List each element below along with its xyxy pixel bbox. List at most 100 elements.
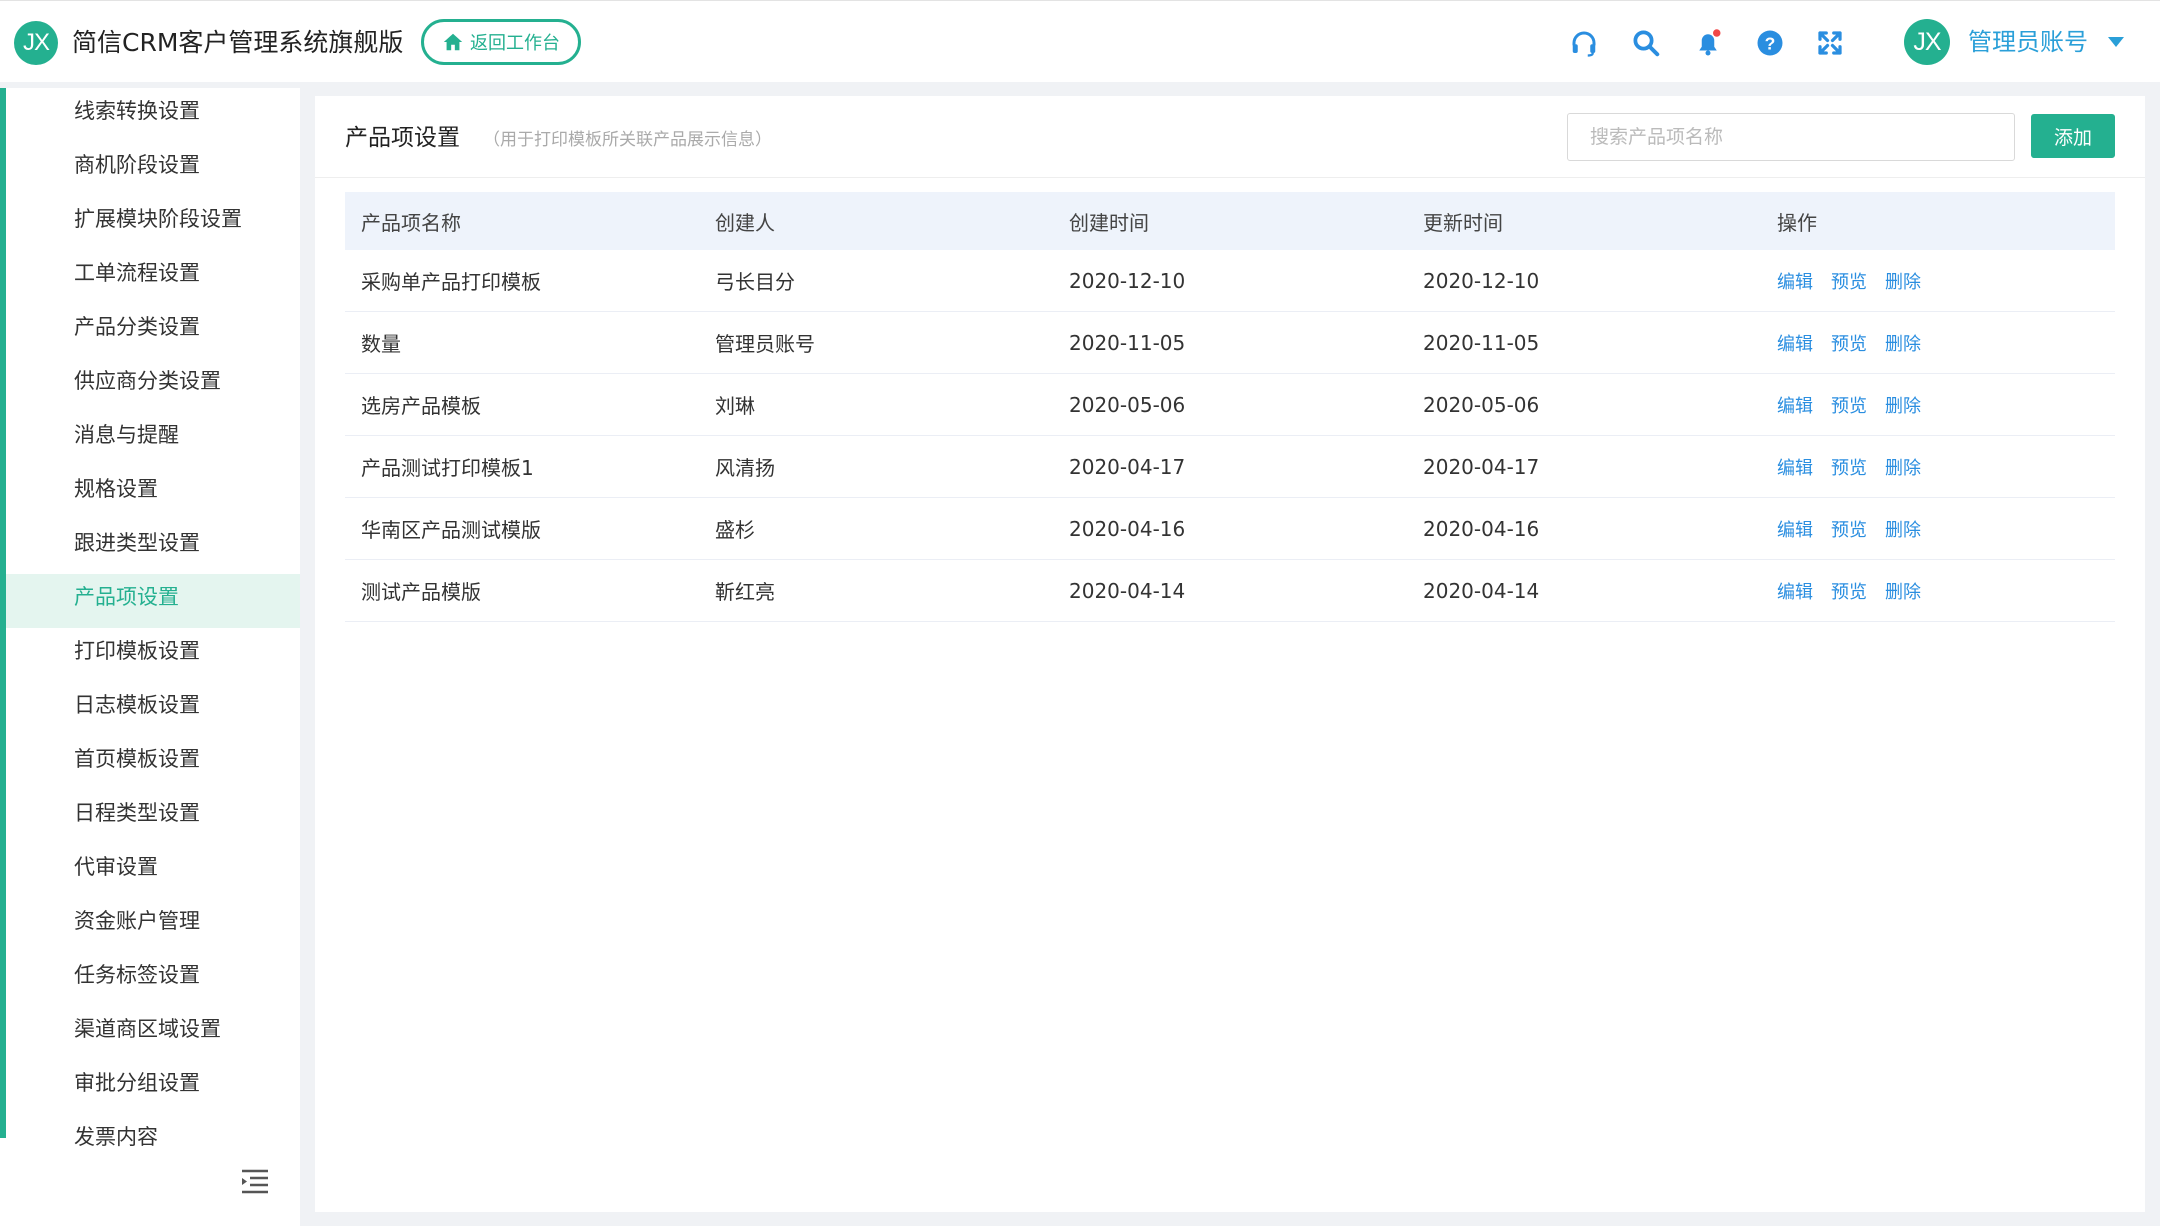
preview-link[interactable]: 预览 — [1831, 582, 1867, 603]
sidebar-item-product-items[interactable]: 产品项设置 — [6, 574, 300, 628]
sidebar-item-proxy-review[interactable]: 代审设置 — [6, 844, 300, 898]
sidebar-item-lead-conversion[interactable]: 线索转换设置 — [6, 88, 300, 142]
sidebar-item-channel-region[interactable]: 渠道商区域设置 — [6, 1006, 300, 1060]
back-button-label: 返回工作台 — [470, 33, 560, 54]
delete-link[interactable]: 删除 — [1885, 520, 1921, 541]
page-title: 产品项设置 — [345, 125, 460, 151]
column-header-created: 创建时间 — [1069, 210, 1149, 235]
sidebar-item-product-category[interactable]: 产品分类设置 — [6, 304, 300, 358]
home-icon — [443, 33, 463, 51]
cell-name: 选房产品模板 — [361, 394, 481, 418]
product-items-table: 产品项名称 创建人 创建时间 更新时间 操作 采购单产品打印模板 弓长目分 20… — [345, 192, 2115, 622]
delete-link[interactable]: 删除 — [1885, 272, 1921, 293]
column-header-actions: 操作 — [1777, 210, 1817, 235]
cell-actions: 编辑 预览 删除 — [1761, 516, 2115, 542]
cell-name: 测试产品模版 — [361, 580, 481, 604]
column-header-creator: 创建人 — [715, 210, 775, 235]
app-title: 简信CRM客户管理系统旗舰版 — [72, 28, 404, 57]
table-row: 数量 管理员账号 2020-11-05 2020-11-05 编辑 预览 删除 — [345, 312, 2115, 374]
cell-updated: 2020-05-06 — [1423, 392, 1540, 417]
cell-creator: 弓长目分 — [715, 270, 795, 294]
fullscreen-icon[interactable] — [1814, 27, 1846, 59]
delete-link[interactable]: 删除 — [1885, 582, 1921, 603]
search-input[interactable] — [1567, 113, 2015, 161]
preview-link[interactable]: 预览 — [1831, 458, 1867, 479]
sidebar-item-invoice[interactable]: 发票内容 — [6, 1114, 300, 1168]
table-row: 选房产品模板 刘琳 2020-05-06 2020-05-06 编辑 预览 删除 — [345, 374, 2115, 436]
sidebar-menu: 线索转换设置 商机阶段设置 扩展模块阶段设置 工单流程设置 产品分类设置 供应商… — [6, 88, 300, 1168]
table-row: 华南区产品测试模版 盛杉 2020-04-16 2020-04-16 编辑 预览删… — [345, 498, 2115, 560]
cell-created: 2020-12-10 — [1069, 268, 1186, 293]
cell-created: 2020-04-16 — [1069, 516, 1186, 541]
add-button[interactable]: 添加 — [2031, 114, 2115, 158]
cell-name: 数量 — [361, 332, 401, 356]
edit-link[interactable]: 编辑 — [1777, 272, 1813, 293]
sidebar-item-extension-stage[interactable]: 扩展模块阶段设置 — [6, 196, 300, 250]
preview-link[interactable]: 预览 — [1831, 334, 1867, 355]
cell-name: 产品测试打印模板1 — [361, 456, 534, 480]
delete-link[interactable]: 删除 — [1885, 396, 1921, 417]
preview-link[interactable]: 预览 — [1831, 396, 1867, 417]
cell-creator: 刘琳 — [715, 394, 755, 418]
cell-creator: 风清扬 — [715, 456, 775, 480]
delete-link[interactable]: 删除 — [1885, 458, 1921, 479]
headset-icon[interactable] — [1568, 27, 1600, 59]
cell-creator: 管理员账号 — [715, 332, 815, 356]
sidebar-item-opportunity-stage[interactable]: 商机阶段设置 — [6, 142, 300, 196]
bell-icon[interactable] — [1692, 27, 1724, 59]
edit-link[interactable]: 编辑 — [1777, 396, 1813, 417]
cell-name: 采购单产品打印模板 — [361, 270, 541, 294]
cell-updated: 2020-04-14 — [1423, 578, 1540, 603]
sidebar: 线索转换设置 商机阶段设置 扩展模块阶段设置 工单流程设置 产品分类设置 供应商… — [0, 88, 300, 1226]
preview-link[interactable]: 预览 — [1831, 272, 1867, 293]
column-header-name: 产品项名称 — [361, 210, 461, 235]
help-icon[interactable]: ? — [1754, 27, 1786, 59]
sidebar-item-schedule-type[interactable]: 日程类型设置 — [6, 790, 300, 844]
table-row: 产品测试打印模板1 风清扬 2020-04-17 2020-04-17 编辑 预览… — [345, 436, 2115, 498]
cell-creator: 靳红亮 — [715, 580, 775, 604]
sidebar-item-specs[interactable]: 规格设置 — [6, 466, 300, 520]
edit-link[interactable]: 编辑 — [1777, 582, 1813, 603]
cell-updated: 2020-04-16 — [1423, 516, 1540, 541]
cell-name: 华南区产品测试模版 — [361, 518, 541, 542]
back-to-workbench-button[interactable]: 返回工作台 — [421, 19, 581, 65]
column-header-updated: 更新时间 — [1423, 210, 1503, 235]
sidebar-item-task-tags[interactable]: 任务标签设置 — [6, 952, 300, 1006]
sidebar-item-log-template[interactable]: 日志模板设置 — [6, 682, 300, 736]
sidebar-item-approval-group[interactable]: 审批分组设置 — [6, 1060, 300, 1114]
search-icon[interactable] — [1630, 27, 1662, 59]
sidebar-item-home-template[interactable]: 首页模板设置 — [6, 736, 300, 790]
cell-actions: 编辑 预览 删除 — [1761, 268, 2115, 294]
top-header: JX 简信CRM客户管理系统旗舰版 返回工作台 ? JX 管理员账号 — [0, 0, 2160, 82]
collapse-menu-icon[interactable] — [238, 1166, 272, 1196]
edit-link[interactable]: 编辑 — [1777, 334, 1813, 355]
delete-link[interactable]: 删除 — [1885, 334, 1921, 355]
cell-actions: 编辑 预览 删除 — [1761, 392, 2115, 418]
page-subtitle: （用于打印模板所关联产品展示信息） — [483, 130, 772, 150]
chevron-down-icon[interactable] — [2108, 37, 2124, 47]
cell-updated: 2020-04-17 — [1423, 454, 1540, 479]
cell-created: 2020-04-17 — [1069, 454, 1186, 479]
cell-created: 2020-11-05 — [1069, 330, 1186, 355]
cell-actions: 编辑 预览 删除 — [1761, 330, 2115, 356]
user-name[interactable]: 管理员账号 — [1968, 25, 2088, 59]
sidebar-item-fund-accounts[interactable]: 资金账户管理 — [6, 898, 300, 952]
cell-created: 2020-04-14 — [1069, 578, 1186, 603]
sidebar-item-followup-type[interactable]: 跟进类型设置 — [6, 520, 300, 574]
cell-created: 2020-05-06 — [1069, 392, 1186, 417]
sidebar-item-print-template[interactable]: 打印模板设置 — [6, 628, 300, 682]
cell-actions: 编辑 预览 删除 — [1761, 454, 2115, 480]
sidebar-item-ticket-flow[interactable]: 工单流程设置 — [6, 250, 300, 304]
preview-link[interactable]: 预览 — [1831, 520, 1867, 541]
sidebar-item-messages[interactable]: 消息与提醒 — [6, 412, 300, 466]
main-panel: 产品项设置 （用于打印模板所关联产品展示信息） 添加 产品项名称 创建人 创建时… — [315, 96, 2145, 1212]
edit-link[interactable]: 编辑 — [1777, 520, 1813, 541]
cell-creator: 盛杉 — [715, 518, 755, 542]
svg-text:?: ? — [1765, 33, 1776, 53]
avatar[interactable]: JX — [1904, 19, 1950, 65]
edit-link[interactable]: 编辑 — [1777, 458, 1813, 479]
cell-actions: 编辑 预览 删除 — [1761, 578, 2115, 604]
panel-header: 产品项设置 （用于打印模板所关联产品展示信息） 添加 — [315, 96, 2145, 178]
sidebar-item-supplier-category[interactable]: 供应商分类设置 — [6, 358, 300, 412]
table-row: 采购单产品打印模板 弓长目分 2020-12-10 2020-12-10 编辑预… — [345, 250, 2115, 312]
